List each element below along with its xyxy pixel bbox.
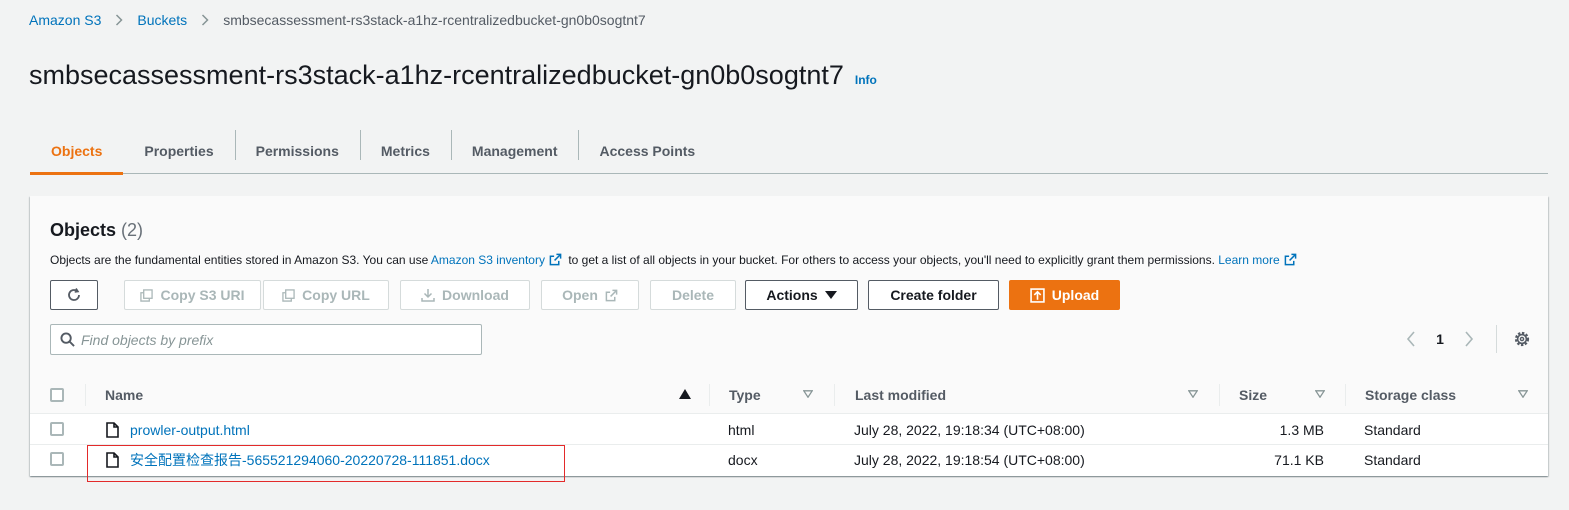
row-checkbox[interactable] — [50, 422, 64, 436]
desc-text-2: to get a list of all objects in your buc… — [564, 253, 1219, 267]
download-label: Download — [442, 287, 509, 303]
column-divider — [85, 384, 86, 406]
object-type: html — [728, 422, 755, 438]
file-icon — [106, 415, 119, 445]
bucket-name-heading: smbsecassessment-rs3stack-a1hz-rcentrali… — [29, 60, 844, 90]
column-header-name[interactable]: Name — [105, 376, 143, 414]
previous-page-icon[interactable] — [1396, 331, 1426, 347]
breadcrumb: Amazon S3 Buckets smbsecassessment-rs3st… — [29, 12, 646, 28]
tab-permissions[interactable]: Permissions — [234, 128, 360, 174]
tab-bar: Objects Properties Permissions Metrics M… — [30, 128, 1548, 175]
row-checkbox[interactable] — [50, 452, 64, 466]
page-title: smbsecassessment-rs3stack-a1hz-rcentrali… — [29, 60, 877, 91]
object-storage-class: Standard — [1364, 452, 1421, 468]
select-all-checkbox[interactable] — [50, 388, 64, 402]
tab-access-points[interactable]: Access Points — [578, 128, 716, 174]
copy-s3-uri-button[interactable]: Copy S3 URI — [124, 280, 261, 310]
tab-metrics[interactable]: Metrics — [359, 128, 451, 174]
object-name-link[interactable]: prowler-output.html — [130, 415, 250, 445]
actions-dropdown[interactable]: Actions — [745, 280, 858, 310]
current-page-number[interactable]: 1 — [1426, 331, 1454, 347]
gear-icon[interactable] — [1507, 330, 1537, 348]
download-icon — [421, 289, 435, 302]
objects-count: (2) — [121, 220, 144, 240]
breadcrumb-current: smbsecassessment-rs3stack-a1hz-rcentrali… — [223, 12, 646, 28]
highlight-annotation — [87, 445, 565, 482]
external-link-icon — [1284, 253, 1296, 266]
object-last-modified: July 28, 2022, 19:18:54 (UTC+08:00) — [854, 452, 1085, 468]
delete-label: Delete — [671, 287, 715, 303]
download-button[interactable]: Download — [400, 280, 530, 310]
search-input[interactable] — [81, 331, 461, 348]
actions-label: Actions — [766, 287, 818, 303]
object-last-modified: July 28, 2022, 19:18:34 (UTC+08:00) — [854, 422, 1085, 438]
column-divider — [834, 384, 835, 406]
divider — [1496, 325, 1497, 353]
objects-title: Objects (2) — [50, 220, 143, 241]
open-label: Open — [562, 287, 598, 303]
objects-panel-header: Objects (2) Objects are the fundamental … — [30, 196, 1548, 414]
desc-text-1: Objects are the fundamental entities sto… — [50, 253, 431, 267]
open-button[interactable]: Open — [541, 280, 639, 310]
tab-management[interactable]: Management — [450, 128, 579, 174]
info-link[interactable]: Info — [855, 73, 877, 87]
caret-down-icon — [824, 291, 837, 299]
external-link-icon — [549, 253, 562, 266]
search-box — [50, 324, 482, 355]
learn-more-link[interactable]: Learn more — [1218, 253, 1279, 267]
column-header-size[interactable]: Size — [1239, 376, 1267, 414]
sort-icon[interactable] — [1315, 390, 1325, 398]
breadcrumb-buckets[interactable]: Buckets — [137, 12, 187, 28]
delete-button[interactable]: Delete — [650, 280, 736, 310]
copy-icon — [140, 288, 154, 302]
column-divider — [709, 384, 710, 406]
tab-properties[interactable]: Properties — [123, 128, 234, 174]
column-divider — [1219, 384, 1220, 406]
chevron-right-icon — [115, 14, 123, 26]
column-header-last-modified[interactable]: Last modified — [855, 376, 946, 414]
column-header-storage-class[interactable]: Storage class — [1365, 376, 1456, 414]
sort-ascending-icon[interactable] — [679, 389, 691, 399]
table-header: Name Type Last modified Size Storage cla… — [30, 376, 1548, 414]
sort-icon[interactable] — [803, 390, 813, 398]
copy-url-button[interactable]: Copy URL — [263, 280, 389, 310]
refresh-icon — [68, 288, 80, 301]
objects-title-text: Objects — [50, 220, 117, 240]
objects-description: Objects are the fundamental entities sto… — [50, 253, 1300, 267]
upload-icon — [1030, 287, 1045, 303]
table-row[interactable]: prowler-output.html html July 28, 2022, … — [30, 415, 1548, 445]
column-header-type[interactable]: Type — [729, 376, 761, 414]
object-type: docx — [728, 452, 758, 468]
s3-inventory-link[interactable]: Amazon S3 inventory — [431, 253, 545, 267]
tab-objects[interactable]: Objects — [30, 128, 124, 175]
copy-url-label: Copy URL — [302, 287, 370, 303]
create-folder-button[interactable]: Create folder — [868, 280, 999, 310]
object-size: 71.1 KB — [1274, 452, 1324, 468]
copy-icon — [282, 288, 295, 302]
objects-panel: Objects (2) Objects are the fundamental … — [30, 196, 1548, 476]
external-link-icon — [605, 289, 618, 301]
copy-s3-uri-label: Copy S3 URI — [160, 287, 245, 303]
next-page-icon[interactable] — [1454, 331, 1484, 347]
object-size: 1.3 MB — [1279, 422, 1324, 438]
object-storage-class: Standard — [1364, 422, 1421, 438]
sort-icon[interactable] — [1518, 390, 1528, 398]
refresh-button[interactable] — [50, 280, 98, 310]
pagination: 1 — [1396, 322, 1548, 356]
sort-icon[interactable] — [1188, 390, 1198, 398]
search-icon — [60, 332, 75, 347]
column-divider — [1345, 384, 1346, 406]
breadcrumb-amazon-s3[interactable]: Amazon S3 — [29, 12, 101, 28]
create-folder-label: Create folder — [890, 287, 977, 303]
upload-button[interactable]: Upload — [1009, 280, 1120, 310]
upload-label: Upload — [1051, 287, 1100, 303]
chevron-right-icon — [201, 14, 209, 26]
